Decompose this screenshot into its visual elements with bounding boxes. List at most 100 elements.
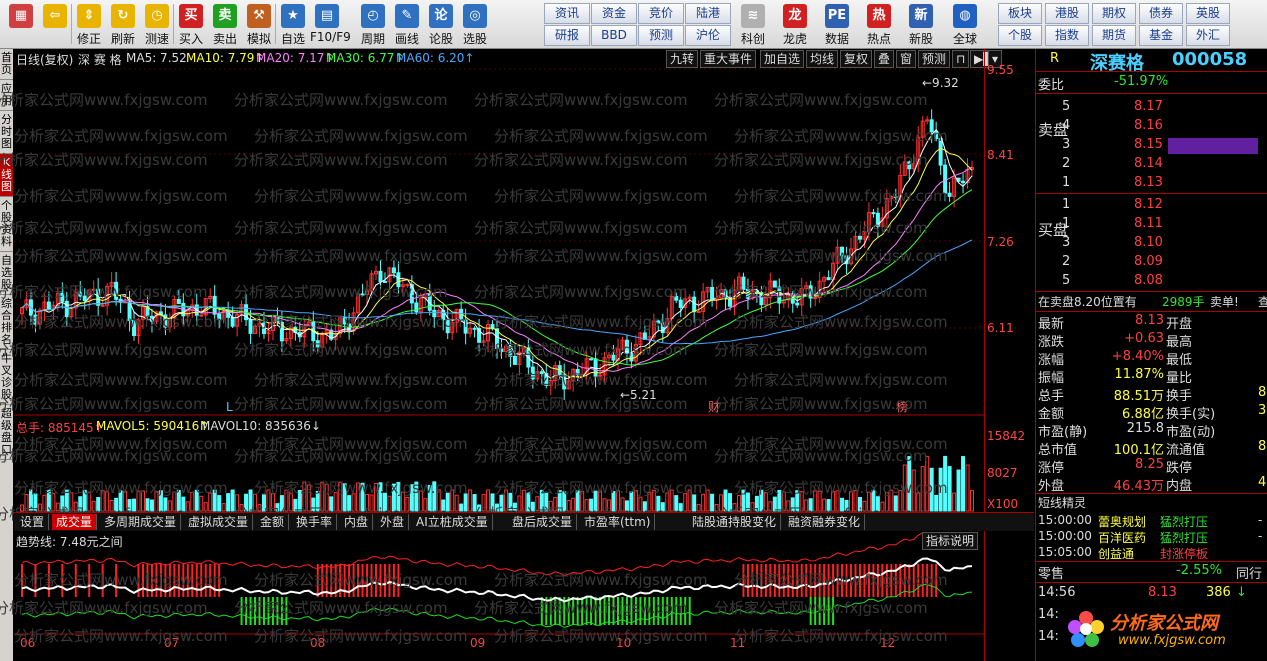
toolbar-button-周期[interactable]: ◴ 周期: [356, 2, 390, 46]
sell-order-row[interactable]: 4 8.16: [1036, 118, 1267, 136]
toolbar-button-新股[interactable]: 新新股: [904, 2, 938, 46]
left-tab-分时图[interactable]: 分时图: [0, 111, 13, 154]
buy-order-row[interactable]: 1 8.11: [1036, 216, 1267, 234]
indicator-tab-盘后成交量[interactable]: 盘后成交量: [508, 514, 578, 530]
toolbar-tab-资金[interactable]: 资金: [591, 3, 637, 24]
kline-chart-area[interactable]: ←9.32 ←5.21 L 财榜 06 07 08 09 10 11 12 日线(复权) 深 赛 格…: [0, 49, 1003, 661]
chart-button-窗[interactable]: 窗: [896, 50, 917, 68]
sell-volume-bar: [1168, 138, 1258, 154]
indicator-tab-外盘[interactable]: 外盘: [376, 514, 410, 530]
toolbar-button-龙虎[interactable]: 龙龙虎: [778, 2, 812, 46]
toolbar-tab-板块[interactable]: 板块: [998, 3, 1042, 24]
lock-icon[interactable]: ⊓: [952, 50, 970, 68]
toolbar-tab-陆港[interactable]: 陆港: [685, 3, 731, 24]
toolbar-tab-竞价[interactable]: 竞价: [638, 3, 684, 24]
toolbar-button-卖出[interactable]: 卖卖出: [208, 2, 242, 46]
toolbar-tab-港股[interactable]: 港股: [1045, 3, 1089, 24]
toolbar-tab-英股[interactable]: 英股: [1186, 3, 1230, 24]
chart-button-加自选[interactable]: 加自选: [760, 50, 805, 68]
chart-button-叠[interactable]: 叠: [874, 50, 895, 68]
toolbar-button-grid-icon[interactable]: ▦: [4, 2, 38, 46]
stat-value: 42: [1258, 475, 1267, 490]
sell-order-row[interactable]: 3 8.15: [1036, 137, 1267, 155]
chart-button-均线[interactable]: 均线: [806, 50, 839, 68]
sell-level: 1: [1062, 175, 1071, 190]
toolbar-button-全球[interactable]: ◍ 全球: [948, 2, 982, 46]
sell-order-row[interactable]: 5 8.17: [1036, 99, 1267, 117]
watermark-text: 分析家公式网www.fxjgsw.com: [234, 283, 448, 301]
toolbar-tab-期权[interactable]: 期权: [1092, 3, 1136, 24]
toolbar-button-画线[interactable]: ✎ 画线: [390, 2, 424, 46]
indicator-tab-市盈率(ttm)[interactable]: 市盈率(ttm): [580, 514, 656, 530]
price-tick: 9.55: [987, 63, 1014, 77]
toolbar-tab-资讯[interactable]: 资讯: [544, 3, 590, 24]
indicator-tab-多周期成交量[interactable]: 多周期成交量: [100, 514, 182, 530]
buy-order-row[interactable]: 5 8.08: [1036, 273, 1267, 291]
chart-button-复权[interactable]: 复权: [840, 50, 873, 68]
indicator-tab-成交量[interactable]: 成交量: [52, 514, 98, 530]
indicator-help-button[interactable]: 指标说明: [922, 532, 979, 550]
sell-order-row[interactable]: 1 8.13: [1036, 175, 1267, 193]
position-text: 在卖盘8.20位置有: [1038, 295, 1137, 309]
toolbar-tab-沪伦[interactable]: 沪伦: [685, 25, 731, 46]
stat-value: 88.51万: [1113, 389, 1164, 404]
toolbar-button-F10/F9[interactable]: ▤ F10/F9: [310, 2, 351, 46]
indicator-tab-金额[interactable]: 金额: [256, 514, 290, 530]
stat-label: 最新: [1038, 317, 1065, 332]
peer-button[interactable]: 同行: [1236, 563, 1262, 582]
toolbar-tab-债券[interactable]: 债券: [1139, 3, 1183, 24]
toolbar-tab-研报[interactable]: 研报: [544, 25, 590, 46]
indicator-tab-换手率[interactable]: 换手率: [292, 514, 338, 530]
sell-order-row[interactable]: 2 8.14: [1036, 156, 1267, 174]
toolbar-button-label: 模拟: [246, 32, 271, 46]
left-tab-首页[interactable]: 首页: [0, 49, 13, 80]
toolbar-button-模拟[interactable]: ⚒ 模拟: [242, 2, 276, 46]
toolbar-button-修正[interactable]: ⇕ 修正: [72, 2, 106, 46]
toolbar-button-论股[interactable]: 论论股: [424, 2, 458, 46]
toolbar-button-数据[interactable]: PE 数据: [820, 2, 854, 46]
stat-value: 8: [1258, 385, 1267, 400]
query-button[interactable]: 查: [1258, 293, 1267, 310]
toolbar-button-back-arrow-icon[interactable]: ⇦: [38, 2, 72, 46]
indicator-tab-内盘[interactable]: 内盘: [340, 514, 374, 530]
toolbar-tab-指数[interactable]: 指数: [1045, 25, 1089, 46]
chart-button-九转[interactable]: 九转: [666, 50, 699, 68]
watermark-text: 分析家公式网www.fxjgsw.com: [474, 283, 688, 301]
indicator-tab-融资融券变化[interactable]: 融资融券变化: [784, 514, 866, 530]
select-stock-icon: ◎: [463, 4, 487, 28]
stat-label: 开盘: [1166, 317, 1193, 332]
watermark-text: 分析家公式网www.fxjgsw.com: [0, 395, 208, 413]
candle-body: [391, 267, 396, 274]
indicator-tab-设置[interactable]: 设置: [16, 514, 50, 530]
stat-value: +0.63: [1124, 331, 1164, 346]
toolbar-tab-BBD[interactable]: BBD: [591, 25, 637, 46]
toolbar-button-选股[interactable]: ◎ 选股: [458, 2, 492, 46]
candle-body: [248, 319, 253, 334]
toolbar-tab-个股[interactable]: 个股: [998, 25, 1042, 46]
toolbar-button-热点[interactable]: 热热点: [862, 2, 896, 46]
toolbar-button-科创[interactable]: ≋ 科创: [736, 2, 770, 46]
buy-order-row[interactable]: 2 8.09: [1036, 254, 1267, 272]
indicator-tab-陆股通持股变化[interactable]: 陆股通持股变化: [688, 514, 782, 530]
indicator-tab-AI立桩成交量[interactable]: AI立桩成交量: [412, 514, 493, 530]
buy-price: 8.09: [1134, 254, 1163, 269]
position-qty: 2989手: [1162, 295, 1205, 309]
chart-button-预测[interactable]: 预测: [918, 50, 951, 68]
toolbar-button-刷新[interactable]: ↻ 刷新: [106, 2, 140, 46]
indicator-tab-虚拟成交量[interactable]: 虚拟成交量: [184, 514, 254, 530]
refresh-icon: ↻: [111, 4, 135, 28]
toolbar-tab-外汇[interactable]: 外汇: [1186, 25, 1230, 46]
chart-button-重大事件[interactable]: 重大事件: [700, 50, 757, 68]
toolbar-tab-预测[interactable]: 预测: [638, 25, 684, 46]
watermark-text: 分析家公式网www.fxjgsw.com: [254, 313, 468, 331]
toolbar-button-买入[interactable]: 买买入: [174, 2, 208, 46]
toolbar-button-测速[interactable]: ◷ 测速: [140, 2, 174, 46]
buy-order-row[interactable]: 3 8.10: [1036, 235, 1267, 253]
buy-order-row[interactable]: 1 8.12: [1036, 197, 1267, 215]
toolbar-tab-期货[interactable]: 期货: [1092, 25, 1136, 46]
price-tick: 6.11: [987, 321, 1014, 335]
toolbar-button-自选[interactable]: ★ 自选: [276, 2, 310, 46]
stock-name: 深赛格: [1090, 53, 1144, 74]
toolbar-tab-基金[interactable]: 基金: [1139, 25, 1183, 46]
watermark-text: 分析家公式网www.fxjgsw.com: [0, 151, 208, 169]
